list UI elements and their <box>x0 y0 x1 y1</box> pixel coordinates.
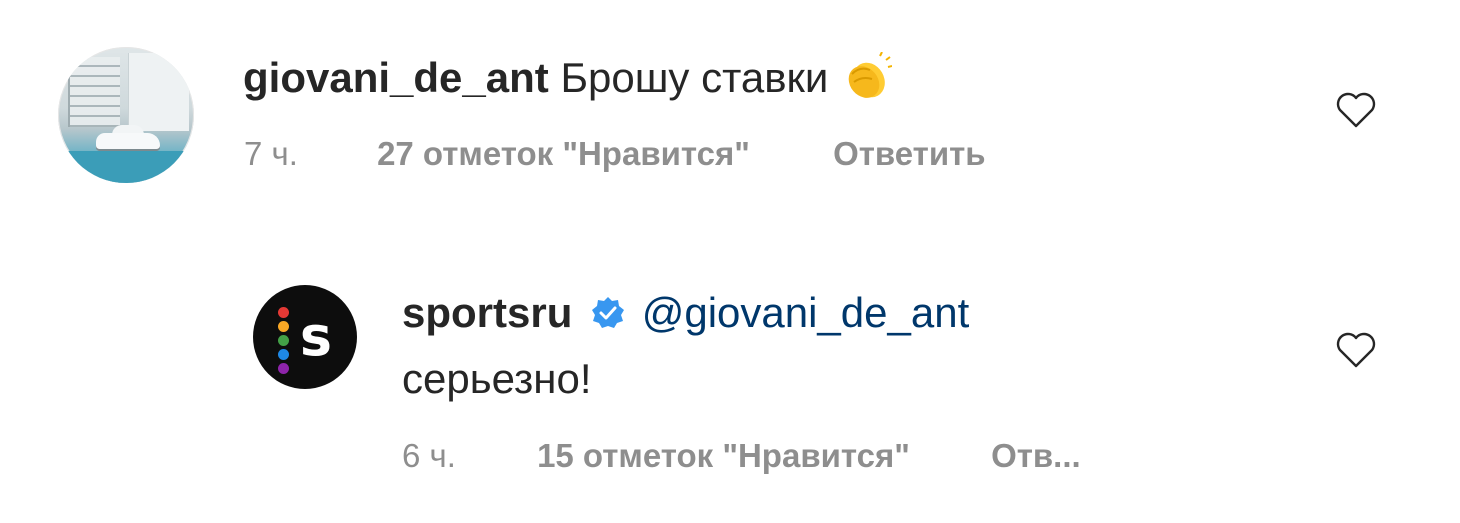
logo-s-letter: s <box>299 305 333 368</box>
heart-outline-icon[interactable] <box>1334 90 1378 130</box>
comment-1-likes[interactable]: 27 отметок "Нравится" <box>377 135 750 172</box>
comment-2-reply-button[interactable]: Отв... <box>991 437 1081 474</box>
comment-2-line: sportsru @giovani_de_ant <box>402 289 970 337</box>
heart-outline-icon[interactable] <box>1334 330 1378 370</box>
avatar-building-left <box>68 57 120 127</box>
avatar-sportsru[interactable]: s <box>253 285 357 389</box>
verified-badge-icon <box>592 296 625 328</box>
logo-dot-red <box>278 307 289 318</box>
logo-dot-purple <box>278 363 289 374</box>
comment-2-time: 6 ч. <box>402 437 456 474</box>
logo-dot-blue <box>278 349 289 360</box>
comment-1-text: Брошу ставки <box>560 54 829 102</box>
avatar-ground <box>58 151 194 183</box>
comment-1-line: giovani_de_ant Брошу ставки <box>243 52 893 110</box>
comment-2-text-line: серьезно! <box>402 355 592 402</box>
comment-2-likes[interactable]: 15 отметок "Нравится" <box>537 437 910 474</box>
comment-2-mention[interactable]: @giovani_de_ant <box>642 289 970 336</box>
comment-2-username[interactable]: sportsru <box>402 289 572 336</box>
comment-2-text: серьезно! <box>402 355 592 402</box>
avatar-giovani-de-ant[interactable] <box>58 47 194 183</box>
comment-1-reply-button[interactable]: Ответить <box>833 135 986 172</box>
logo-dot-yellow <box>278 321 289 332</box>
comment-1-time: 7 ч. <box>244 135 298 172</box>
comment-1-username[interactable]: giovani_de_ant <box>243 54 549 101</box>
logo-dot-green <box>278 335 289 346</box>
comment-2-meta: 6 ч. 15 отметок "Нравится" Отв... <box>402 437 1081 475</box>
comment-1-meta: 7 ч. 27 отметок "Нравится" Ответить <box>244 135 986 173</box>
clapping-hands-emoji-icon <box>848 52 893 98</box>
avatar-car <box>96 133 160 149</box>
avatar-building-right <box>128 53 189 131</box>
